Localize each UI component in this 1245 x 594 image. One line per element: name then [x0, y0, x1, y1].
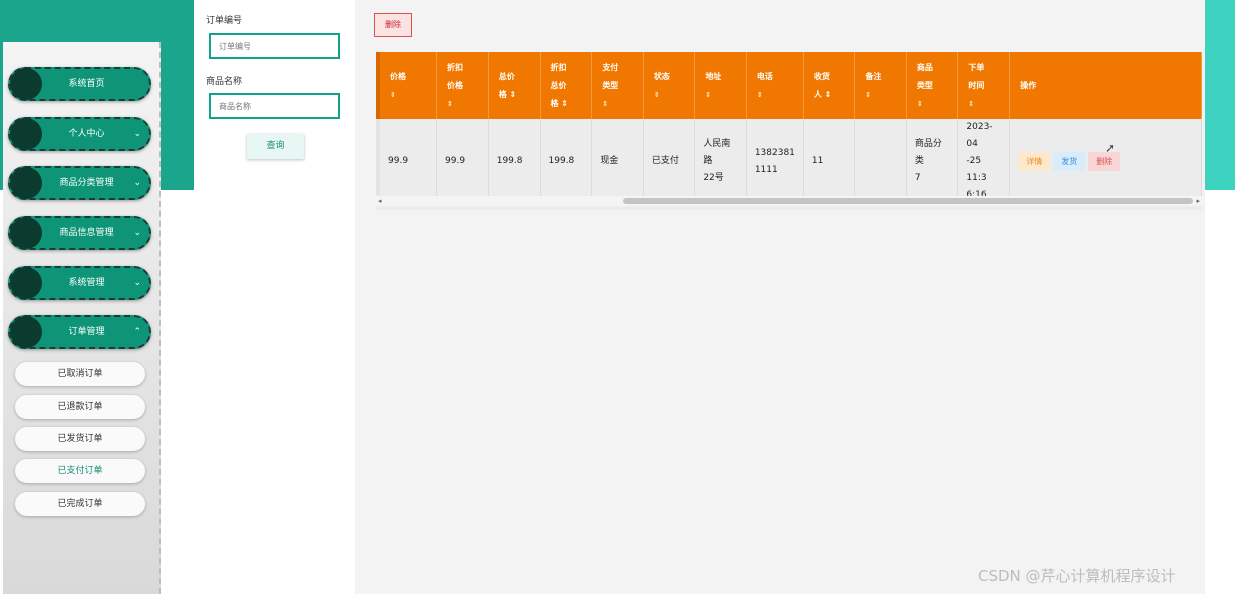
sort-icon: ⇕	[390, 90, 396, 99]
mouse-cursor-icon: ➚	[1105, 141, 1116, 155]
cell-price: 99.9	[376, 119, 438, 204]
col-header-price[interactable]: 价格 ⇕	[376, 52, 438, 119]
table-header-row: 价格 ⇕ 折扣 价格 ⇕ 总价格 ⇕ 折扣 总价格 ⇕ 支付 类型 ⇕ 状态 ⇕ 地址 ⇕ 电话…	[376, 52, 1202, 119]
cell-pay-type: 现金	[591, 119, 644, 204]
scroll-right-icon[interactable]: ▸	[1196, 196, 1200, 206]
cell-address: 人民南路 22号	[694, 119, 747, 204]
cell-status: 已支付	[643, 119, 696, 204]
cell-remark	[854, 119, 907, 204]
sort-icon: ⇕	[968, 99, 975, 108]
menu-item-category-management[interactable]: 商品分类管理 ⌄	[8, 166, 151, 200]
col-header-address[interactable]: 地址 ⇕	[694, 52, 747, 119]
cell-discount-total: 199.8	[540, 119, 593, 204]
submenu-completed-orders[interactable]: 已完成订单	[15, 492, 145, 516]
sort-icon: ⇕	[653, 90, 660, 99]
menu-dot-icon	[10, 68, 42, 100]
menu-item-home[interactable]: 系统首页	[8, 67, 151, 101]
cell-actions: 详情 发货 删除	[1009, 119, 1202, 204]
menu-item-label: 个人中心	[68, 129, 105, 139]
submenu-paid-orders[interactable]: 已支付订单	[15, 459, 145, 483]
right-edge	[1235, 0, 1245, 594]
sort-icon: ⇕	[865, 90, 872, 99]
chevron-down-icon: ⌄	[133, 228, 141, 238]
scrollbar-thumb[interactable]	[623, 198, 1193, 204]
col-header-discount-price[interactable]: 折扣 价格 ⇕	[436, 52, 489, 119]
submenu-refunded-orders[interactable]: 已退款订单	[15, 395, 145, 419]
chevron-down-icon: ⌄	[133, 278, 141, 288]
query-button[interactable]: 查询	[247, 134, 304, 159]
sort-icon: ⇕	[602, 99, 609, 108]
order-table-grid: 价格 ⇕ 折扣 价格 ⇕ 总价格 ⇕ 折扣 总价格 ⇕ 支付 类型 ⇕ 状态 ⇕ 地址 ⇕ 电话…	[376, 52, 1202, 204]
col-header-remark[interactable]: 备注 ⇕	[854, 52, 907, 119]
horizontal-scrollbar[interactable]: ◂ ▸	[376, 196, 1202, 206]
menu-item-label: 系统管理	[68, 278, 105, 288]
menu-item-label: 商品分类管理	[59, 178, 114, 188]
app-root: 系统首页 个人中心 ⌄ 商品分类管理 ⌄ 商品信息管理 ⌄ 系统管理 ⌄ 订单管…	[0, 0, 1245, 594]
chevron-up-icon: ⌃	[133, 327, 141, 337]
menu-item-product-management[interactable]: 商品信息管理 ⌄	[8, 216, 151, 250]
sort-icon: ⇕	[756, 90, 763, 99]
col-header-category[interactable]: 商品 类型 ⇕	[906, 52, 959, 119]
menu-item-label: 商品信息管理	[59, 228, 114, 238]
cell-discount-price: 99.9	[436, 119, 489, 204]
detail-button[interactable]: 详情	[1018, 152, 1051, 171]
cell-receiver: 11	[803, 119, 856, 204]
col-header-phone[interactable]: 电话 ⇕	[746, 52, 804, 119]
submenu-cancelled-orders[interactable]: 已取消订单	[15, 362, 145, 386]
sort-icon: ⇕	[705, 90, 712, 99]
col-header-status[interactable]: 状态 ⇕	[643, 52, 696, 119]
scroll-left-icon[interactable]: ◂	[378, 196, 382, 206]
sort-icon: ⇕	[916, 99, 923, 108]
product-name-input[interactable]	[209, 93, 340, 119]
product-name-label: 商品名称	[206, 77, 243, 87]
menu-item-system-management[interactable]: 系统管理 ⌄	[8, 266, 151, 300]
col-header-discount-total[interactable]: 折扣 总价格 ⇕	[540, 52, 593, 119]
menu-item-order-management[interactable]: 订单管理 ⌃	[8, 315, 151, 349]
order-no-label: 订单编号	[206, 16, 243, 26]
col-header-total-price[interactable]: 总价格 ⇕	[488, 52, 541, 119]
chevron-down-icon: ⌄	[133, 129, 141, 139]
sort-icon: ⇕	[447, 99, 453, 108]
menu-item-label: 系统首页	[68, 79, 105, 89]
col-header-order-time[interactable]: 下单 时间 ⇕	[957, 52, 1011, 119]
col-header-receiver[interactable]: 收货人 ⇕	[803, 52, 856, 119]
order-no-input[interactable]	[209, 33, 340, 59]
cell-order-time: 2023-04 -25 11:3 6:16	[957, 119, 1011, 204]
cell-total-price: 199.8	[488, 119, 541, 204]
menu-dot-icon	[10, 267, 42, 299]
sidebar: 系统首页 个人中心 ⌄ 商品分类管理 ⌄ 商品信息管理 ⌄ 系统管理 ⌄ 订单管…	[3, 42, 161, 594]
watermark: CSDN @芹心计算机程序设计	[978, 567, 1176, 585]
submenu-shipped-orders[interactable]: 已发货订单	[15, 427, 145, 451]
ship-button[interactable]: 发货	[1053, 152, 1086, 171]
col-header-pay-type[interactable]: 支付 类型 ⇕	[591, 52, 644, 119]
menu-dot-icon	[10, 167, 42, 199]
menu-item-label: 订单管理	[68, 327, 105, 337]
menu-item-personal-center[interactable]: 个人中心 ⌄	[8, 117, 151, 151]
right-accent-band	[1205, 0, 1235, 190]
cell-category: 商品分类 7	[906, 119, 959, 204]
table-row: 99.9 99.9 199.8 199.8 现金 已支付 人民南路 22号 138…	[376, 119, 1202, 204]
batch-delete-button[interactable]: 删除	[374, 13, 412, 37]
menu-dot-icon	[10, 118, 42, 150]
menu-dot-icon	[10, 217, 42, 249]
order-table: 价格 ⇕ 折扣 价格 ⇕ 总价格 ⇕ 折扣 总价格 ⇕ 支付 类型 ⇕ 状态 ⇕ 地址 ⇕ 电话…	[376, 52, 1202, 210]
search-panel: 订单编号 商品名称 查询	[194, 0, 355, 594]
menu-dot-icon	[10, 316, 42, 348]
chevron-down-icon: ⌄	[133, 178, 141, 188]
cell-phone: 1382381 1111	[746, 119, 804, 204]
col-header-actions: 操作	[1009, 52, 1202, 119]
